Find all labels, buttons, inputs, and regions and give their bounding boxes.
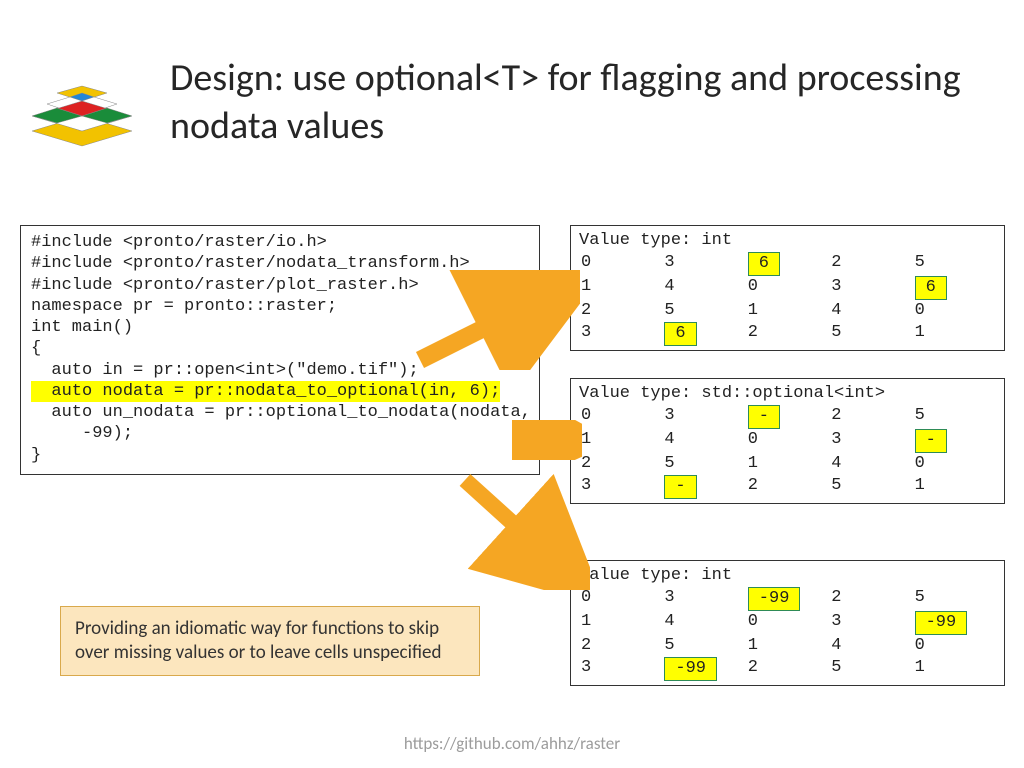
cell: -99 — [662, 657, 745, 681]
cell: 3 — [829, 611, 912, 635]
value-type-header: Value type: int — [579, 230, 996, 252]
cell: 1 — [913, 475, 996, 499]
logo-icon — [18, 72, 148, 157]
cell: 2 — [746, 322, 829, 346]
cell: - — [746, 405, 829, 429]
cell: 2 — [579, 635, 662, 657]
value-type-header: Value type: std::optional<int> — [579, 383, 996, 405]
cell: 2 — [829, 587, 912, 611]
cell: 0 — [913, 453, 996, 475]
cell: 6 — [746, 252, 829, 276]
data-grid-3: 03-99251403-99251403-99251 — [579, 587, 996, 681]
cell: - — [662, 475, 745, 499]
cell: 2 — [829, 252, 912, 276]
cell: 4 — [829, 635, 912, 657]
value-type-header: Value type: int — [579, 565, 996, 587]
cell: 3 — [662, 587, 745, 611]
cell: 1 — [913, 657, 996, 681]
cell: 6 — [662, 322, 745, 346]
cell: 2 — [746, 475, 829, 499]
cell: 0 — [579, 587, 662, 611]
code-line: int main() — [31, 317, 529, 338]
cell: 4 — [662, 611, 745, 635]
cell: 5 — [913, 252, 996, 276]
cell: 4 — [829, 453, 912, 475]
code-line: auto un_nodata = pr::optional_to_nodata(… — [31, 402, 529, 423]
data-grid-1: 03625140362514036251 — [579, 252, 996, 346]
code-line: { — [31, 338, 529, 359]
output-box-2: Value type: std::optional<int> 03-251403… — [570, 378, 1005, 504]
cell: 5 — [829, 322, 912, 346]
cell: 4 — [829, 300, 912, 322]
cell: 2 — [829, 405, 912, 429]
cell: 5 — [913, 405, 996, 429]
cell: 3 — [662, 252, 745, 276]
cell: 2 — [746, 657, 829, 681]
data-grid-2: 03-251403-251403-251 — [579, 405, 996, 499]
output-box-1: Value type: int 03625140362514036251 — [570, 225, 1005, 351]
output-box-3: Value type: int 03-99251403-99251403-992… — [570, 560, 1005, 686]
cell: 1 — [746, 453, 829, 475]
cell: 3 — [662, 405, 745, 429]
footer-link: https://github.com/ahhz/raster — [0, 733, 1024, 754]
cell: 5 — [829, 657, 912, 681]
cell: 0 — [913, 635, 996, 657]
code-line: auto in = pr::open<int>("demo.tif"); — [31, 360, 529, 381]
cell: 2 — [579, 300, 662, 322]
cell: 1 — [579, 276, 662, 300]
cell: 5 — [662, 300, 745, 322]
cell: - — [913, 429, 996, 453]
cell: 0 — [746, 611, 829, 635]
cell: 0 — [746, 429, 829, 453]
cell: 1 — [746, 635, 829, 657]
cell: 4 — [662, 429, 745, 453]
cell: 3 — [579, 322, 662, 346]
cell: -99 — [913, 611, 996, 635]
code-line: } — [31, 445, 529, 466]
code-line: namespace pr = pronto::raster; — [31, 296, 529, 317]
cell: 3 — [829, 276, 912, 300]
callout-note: Providing an idiomatic way for functions… — [60, 606, 480, 676]
cell: 3 — [829, 429, 912, 453]
cell: 3 — [579, 657, 662, 681]
cell: 5 — [662, 453, 745, 475]
cell: -99 — [746, 587, 829, 611]
code-line-highlight: auto nodata = pr::nodata_to_optional(in,… — [31, 381, 529, 402]
cell: 6 — [913, 276, 996, 300]
cell: 4 — [662, 276, 745, 300]
page-title: Design: use optional<T> for flagging and… — [170, 55, 990, 150]
code-line: -99); — [31, 423, 529, 444]
cell: 0 — [913, 300, 996, 322]
code-line: #include <pronto/raster/io.h> — [31, 232, 529, 253]
arrow-icon — [450, 470, 590, 590]
code-line: #include <pronto/raster/plot_raster.h> — [31, 275, 529, 296]
cell: 1 — [746, 300, 829, 322]
cell: 1 — [579, 429, 662, 453]
cell: 3 — [579, 475, 662, 499]
cell: 1 — [579, 611, 662, 635]
cell: 0 — [579, 252, 662, 276]
cell: 5 — [829, 475, 912, 499]
cell: 0 — [746, 276, 829, 300]
cell: 2 — [579, 453, 662, 475]
cell: 5 — [913, 587, 996, 611]
code-block: #include <pronto/raster/io.h> #include <… — [20, 225, 540, 475]
code-line: #include <pronto/raster/nodata_transform… — [31, 253, 529, 274]
cell: 1 — [913, 322, 996, 346]
cell: 0 — [579, 405, 662, 429]
cell: 5 — [662, 635, 745, 657]
